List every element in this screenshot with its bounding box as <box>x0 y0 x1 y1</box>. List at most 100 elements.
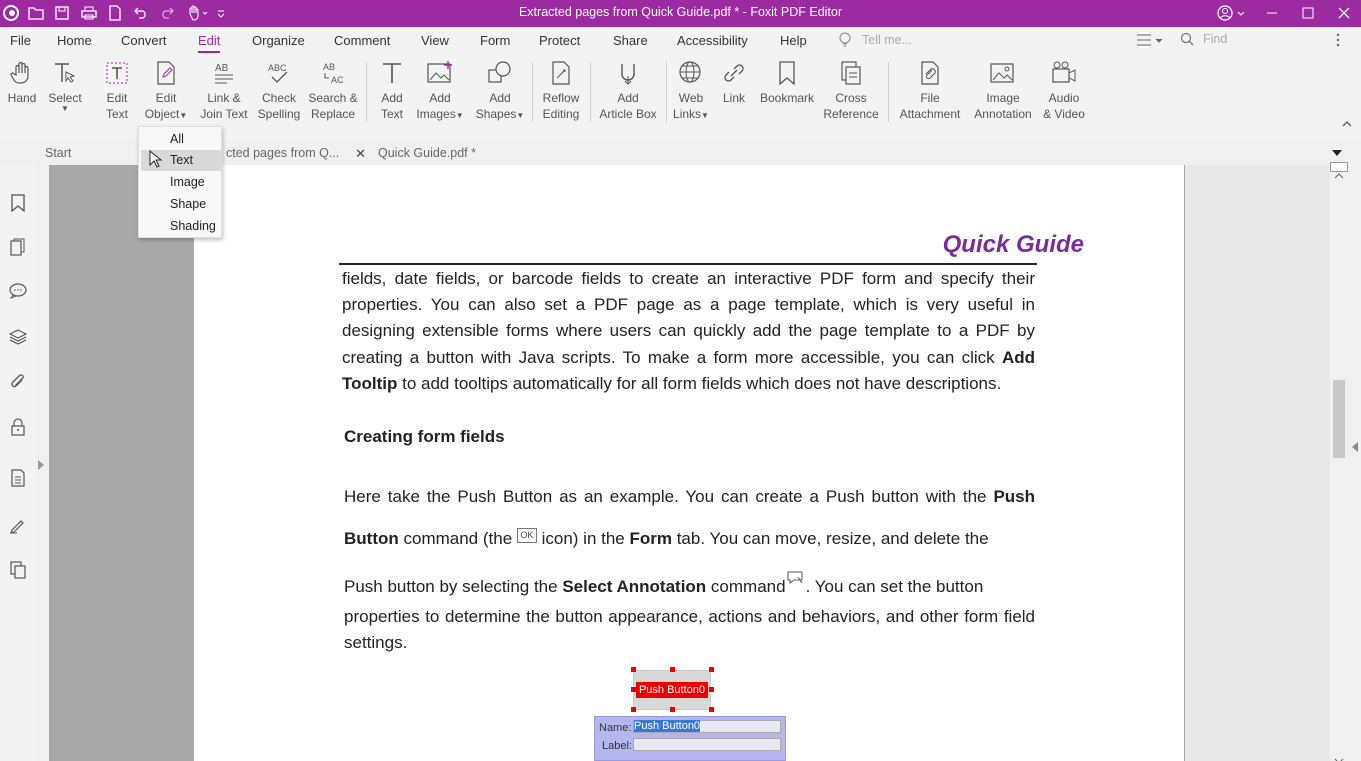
add-article-box-button[interactable]: Add Article Box <box>596 60 660 122</box>
comments-icon[interactable] <box>8 280 28 302</box>
svg-text:AB: AB <box>323 62 335 72</box>
tab-start[interactable]: Start <box>35 140 139 165</box>
scroll-thumb[interactable] <box>1333 380 1345 458</box>
attachments-icon[interactable] <box>8 371 28 393</box>
scroll-down-icon[interactable] <box>1334 752 1344 761</box>
add-shapes-icon <box>486 60 514 86</box>
bookmark-icon <box>777 60 797 86</box>
close-icon[interactable] <box>1333 3 1355 23</box>
resize-handle[interactable] <box>631 667 636 672</box>
title-bar: Extracted pages from Quick Guide.pdf * -… <box>0 0 1361 27</box>
close-tab-icon[interactable]: ✕ <box>355 146 366 162</box>
paragraph-4: properties to determine the button appea… <box>344 604 1035 656</box>
add-images-button[interactable]: Add Images▼ <box>414 60 466 124</box>
cross-reference-icon <box>839 60 863 86</box>
destinations-icon[interactable] <box>8 559 28 581</box>
menu-file[interactable]: File <box>10 33 31 48</box>
menu-comment[interactable]: Comment <box>334 33 390 48</box>
resize-handle[interactable] <box>670 707 675 712</box>
menu-share[interactable]: Share <box>613 33 648 48</box>
ribbon-separator <box>888 62 889 122</box>
find-input[interactable]: Find <box>1203 32 1227 46</box>
web-links-button[interactable]: Web Links▼ <box>673 60 709 124</box>
tab-quick-guide[interactable]: Quick Guide.pdf * <box>368 140 518 165</box>
signature-icon[interactable] <box>8 514 28 536</box>
resize-handle[interactable] <box>709 667 714 672</box>
file-attachment-button[interactable]: File Attachment <box>895 60 965 122</box>
collapse-ribbon-icon[interactable] <box>1342 116 1352 131</box>
link-icon <box>721 60 747 86</box>
globe-icon <box>678 60 704 86</box>
menu-organize[interactable]: Organize <box>252 33 305 48</box>
menu-home[interactable]: Home <box>57 33 92 48</box>
menu-help[interactable]: Help <box>780 33 807 48</box>
resize-handle[interactable] <box>631 707 636 712</box>
add-text-button[interactable]: Add Text <box>374 60 410 122</box>
menu-form[interactable]: Form <box>480 33 510 48</box>
page-header: Quick Guide <box>943 231 1084 259</box>
name-label: Name: <box>599 722 631 734</box>
vertical-scrollbar[interactable] <box>1330 165 1348 761</box>
search-replace-button[interactable]: ABAC Search & Replace <box>306 60 360 122</box>
window-title: Extracted pages from Quick Guide.pdf * -… <box>0 5 1361 19</box>
select-button[interactable]: Select ▼ <box>44 60 86 112</box>
tell-me-input[interactable]: Tell me... <box>862 33 912 47</box>
cross-reference-button[interactable]: Cross Reference <box>820 60 882 122</box>
image-annotation-button[interactable]: Image Annotation <box>969 60 1037 122</box>
expand-panel-icon[interactable] <box>38 458 44 473</box>
menu-protect[interactable]: Protect <box>539 33 580 48</box>
menu-view[interactable]: View <box>421 33 449 48</box>
lightbulb-icon <box>838 32 852 51</box>
audio-video-button[interactable]: Audio & Video <box>1040 60 1088 122</box>
edit-text-button[interactable]: Edit Text <box>99 60 135 122</box>
ribbon-display-icon[interactable] <box>1135 32 1165 51</box>
hand-button[interactable]: Hand <box>4 60 40 106</box>
link-join-text-button[interactable]: AB Link & Join Text <box>199 60 249 122</box>
dropdown-item-shape[interactable]: Shape <box>141 194 221 215</box>
bookmarks-icon[interactable] <box>8 192 28 214</box>
search-icon <box>1180 32 1194 49</box>
bookmark-button[interactable]: Bookmark <box>756 60 818 106</box>
document-view: Quick Guide fields, date fields, or barc… <box>49 165 1185 761</box>
hand-icon <box>10 60 34 86</box>
resize-handle[interactable] <box>670 667 675 672</box>
account-icon[interactable] <box>1213 3 1249 23</box>
minimize-icon[interactable] <box>1261 3 1283 23</box>
name-field[interactable]: Push Button0 <box>633 720 781 733</box>
paragraph-1: fields, date fields, or barcode fields t… <box>342 266 1035 397</box>
right-panel-toggle-icon[interactable] <box>1352 440 1358 455</box>
split-view-handle[interactable] <box>1330 162 1348 172</box>
pages-icon[interactable] <box>8 236 28 258</box>
push-button-field[interactable]: Push Button0 <box>633 670 711 710</box>
link-button[interactable]: Link <box>716 60 752 106</box>
resize-handle[interactable] <box>631 687 636 692</box>
paragraph-3: Push button by selecting the Select Anno… <box>344 570 1035 604</box>
layers-icon[interactable] <box>8 326 28 348</box>
add-images-icon <box>426 60 454 86</box>
dropdown-item-all[interactable]: All <box>141 129 221 150</box>
tab-extracted-pages[interactable]: cted pages from Q... ✕ <box>216 140 372 165</box>
select-annotation-icon <box>786 570 806 586</box>
image-annotation-icon <box>989 60 1017 86</box>
select-text-icon <box>52 60 78 86</box>
add-shapes-button[interactable]: Add Shapes▼ <box>475 60 525 124</box>
ribbon-separator <box>666 62 667 122</box>
search-replace-icon: ABAC <box>320 60 346 86</box>
maximize-icon[interactable] <box>1297 3 1319 23</box>
more-options-icon[interactable] <box>1335 32 1341 51</box>
dropdown-item-shading[interactable]: Shading <box>141 216 221 237</box>
menu-edit[interactable]: Edit <box>198 33 220 48</box>
dropdown-item-image[interactable]: Image <box>141 172 221 193</box>
edit-object-icon <box>154 60 178 86</box>
content-icon[interactable] <box>8 467 28 489</box>
resize-handle[interactable] <box>709 707 714 712</box>
tab-list-icon[interactable] <box>1332 145 1342 160</box>
edit-object-button[interactable]: Edit Object▼ <box>140 60 192 124</box>
security-lock-icon[interactable] <box>8 416 28 438</box>
resize-handle[interactable] <box>709 687 714 692</box>
menu-accessibility[interactable]: Accessibility <box>677 33 748 48</box>
menu-convert[interactable]: Convert <box>121 33 167 48</box>
label-field[interactable] <box>633 738 781 751</box>
check-spelling-button[interactable]: ABC Check Spelling <box>255 60 303 122</box>
reflow-editing-button[interactable]: Reflow Editing <box>538 60 584 122</box>
